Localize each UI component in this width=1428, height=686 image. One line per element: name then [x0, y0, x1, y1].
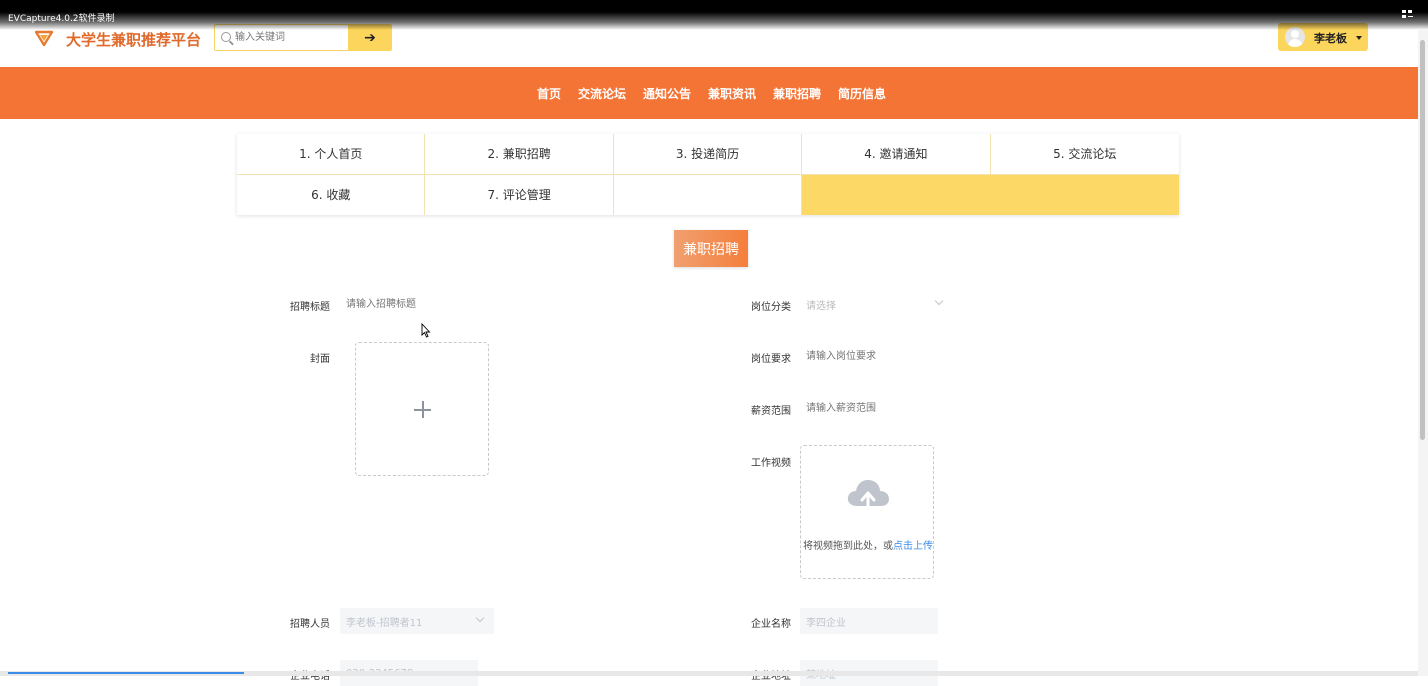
scrollbar-thumb[interactable] — [1420, 40, 1425, 440]
recruiter-select: 李老板-招聘者11 — [340, 608, 494, 634]
salary-label: 薪资范围 — [751, 406, 791, 417]
title-label: 招聘标题 — [290, 302, 330, 313]
recruiter-value: 李老板-招聘者11 — [346, 617, 423, 629]
section-title: 兼职招聘 — [674, 230, 748, 267]
video-upload-hint: 将视频拖到此处，或点击上传 — [801, 532, 935, 561]
nav-item-jobs[interactable]: 兼职招聘 — [773, 85, 821, 102]
click-upload-link[interactable]: 点击上传 — [893, 541, 933, 552]
menu-item-invitations[interactable]: 4. 邀请通知 — [802, 134, 991, 175]
title-input[interactable] — [340, 291, 540, 317]
video-label: 工作视频 — [751, 458, 791, 469]
company-name-field: 李四企业 — [800, 608, 938, 634]
menu-item-comments[interactable]: 7. 评论管理 — [425, 174, 614, 215]
menu-item-favorites[interactable]: 6. 收藏 — [237, 174, 426, 215]
cover-label: 封面 — [310, 354, 330, 365]
avatar-icon — [1285, 27, 1305, 47]
nav-item-resume[interactable]: 简历信息 — [838, 85, 886, 102]
paper-plane-icon — [35, 30, 53, 47]
video-upload[interactable]: 将视频拖到此处，或点击上传 — [800, 445, 934, 579]
category-select[interactable]: 请选择 — [800, 291, 950, 317]
recorder-control-icon[interactable] — [1402, 10, 1414, 20]
category-label: 岗位分类 — [751, 302, 791, 313]
recorder-title: EVCapture4.0.2软件录制 — [8, 14, 115, 24]
caret-down-icon — [1356, 36, 1362, 40]
menu-item-forum[interactable]: 5. 交流论坛 — [990, 134, 1179, 175]
nav-item-news[interactable]: 兼职资讯 — [708, 85, 756, 102]
company-name-label: 企业名称 — [751, 619, 791, 630]
menu-item-submit-resume[interactable]: 3. 投递简历 — [613, 134, 803, 175]
cloud-upload-icon — [847, 480, 889, 509]
company-name-value: 李四企业 — [806, 617, 846, 629]
requirement-input[interactable] — [800, 343, 1000, 369]
recruiter-label: 招聘人员 — [290, 619, 330, 630]
user-name: 李老板 — [1314, 32, 1347, 45]
site-title[interactable]: 大学生兼职推荐平台 — [66, 29, 201, 50]
main-nav: 首页 交流论坛 通知公告 兼职资讯 兼职招聘 简历信息 — [0, 67, 1418, 119]
recorder-bar: EVCapture4.0.2软件录制 — [0, 0, 1428, 30]
nav-item-forum[interactable]: 交流论坛 — [578, 85, 626, 102]
nav-item-notice[interactable]: 通知公告 — [643, 85, 691, 102]
menu-item-personal-home[interactable]: 1. 个人首页 — [237, 134, 426, 175]
vertical-scrollbar[interactable] — [1418, 30, 1428, 676]
user-center-menu: 1. 个人首页 2. 兼职招聘 3. 投递简历 4. 邀请通知 5. 交流论坛 … — [237, 134, 1179, 215]
nav-item-home[interactable]: 首页 — [537, 85, 561, 102]
video-hint-text: 将视频拖到此处，或 — [803, 541, 893, 552]
loading-progress — [8, 672, 244, 674]
category-placeholder: 请选择 — [806, 300, 836, 312]
requirement-label: 岗位要求 — [751, 354, 791, 365]
menu-filler — [802, 174, 1179, 215]
menu-item-part-time-jobs[interactable]: 2. 兼职招聘 — [425, 134, 614, 175]
salary-input[interactable] — [800, 395, 1000, 421]
menu-empty-cell — [613, 174, 803, 215]
chevron-down-icon — [475, 613, 485, 623]
search-icon — [221, 32, 231, 42]
chevron-down-icon — [934, 296, 944, 306]
cover-upload[interactable] — [355, 342, 489, 476]
arrow-right-icon: ➔ — [364, 29, 376, 46]
mouse-cursor-icon — [421, 323, 431, 338]
